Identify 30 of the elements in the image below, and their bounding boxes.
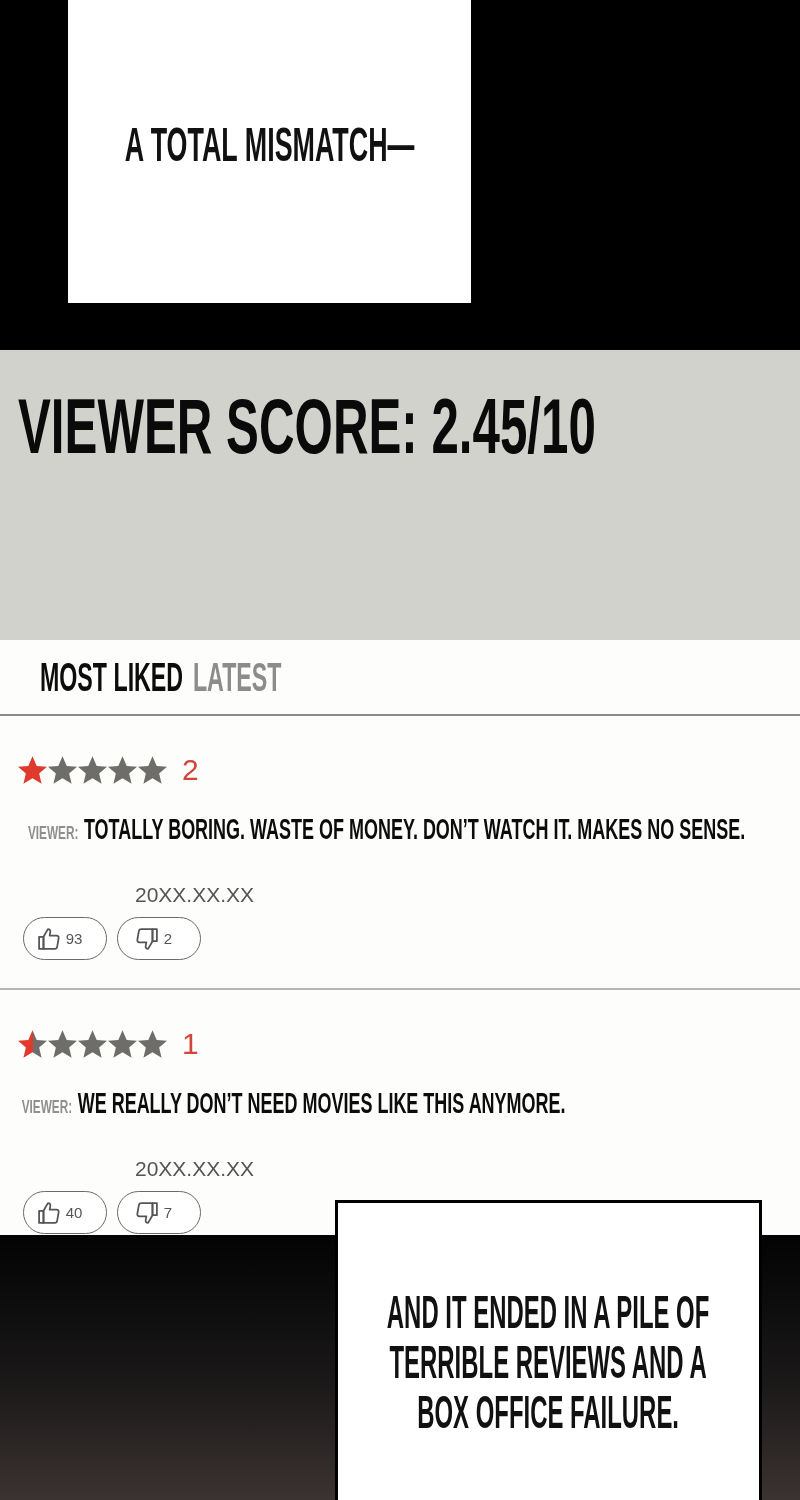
star-icon (108, 1030, 137, 1058)
thumbs-down-icon (135, 1201, 158, 1224)
review-date: 20XX.XX.XX (135, 881, 255, 908)
star-icon (18, 1030, 47, 1058)
viewer-score-heading: VIEWER SCORE: 2.45/10 (18, 384, 596, 469)
thumbs-up-icon (37, 927, 60, 950)
dislike-button[interactable]: 2 (117, 917, 201, 961)
thumbs-up-icon (37, 1201, 60, 1224)
star-icon (138, 1030, 167, 1058)
star-icon (108, 756, 137, 784)
star-icon (48, 756, 77, 784)
reviewer-label: VIEWER: (21, 1097, 73, 1118)
sort-tab[interactable]: MOST LIKED (40, 656, 184, 698)
review-date: 20XX.XX.XX (135, 1155, 255, 1182)
reviewer-label: VIEWER: (27, 823, 79, 844)
star-icon (138, 756, 167, 784)
review-text: WE REALLY DON’T NEED MOVIES LIKE THIS ANYMORE. (77, 1088, 566, 1120)
like-button[interactable]: 93 (23, 917, 107, 961)
star-icon (78, 756, 107, 784)
star-icon (48, 1030, 77, 1058)
star-icon (78, 1030, 107, 1058)
star-icon (18, 756, 47, 784)
caption-text: A TOTAL MISMATCH— (124, 120, 415, 169)
dislike-button[interactable]: 7 (117, 1191, 201, 1235)
thumbs-down-icon (135, 927, 158, 950)
rating-score: 1 (182, 1029, 199, 1059)
rating-score: 2 (182, 755, 199, 785)
review-text: TOTALLY BORING. WASTE OF MONEY. DON’T WATCH IT. MAKES NO SENSE. (83, 814, 746, 846)
like-button[interactable]: 40 (23, 1191, 107, 1235)
caption-text: AND IT ENDED IN A PILE OF TERRIBLE REVIEWS AND A BOX OFFICE FAILURE. (387, 1287, 710, 1437)
